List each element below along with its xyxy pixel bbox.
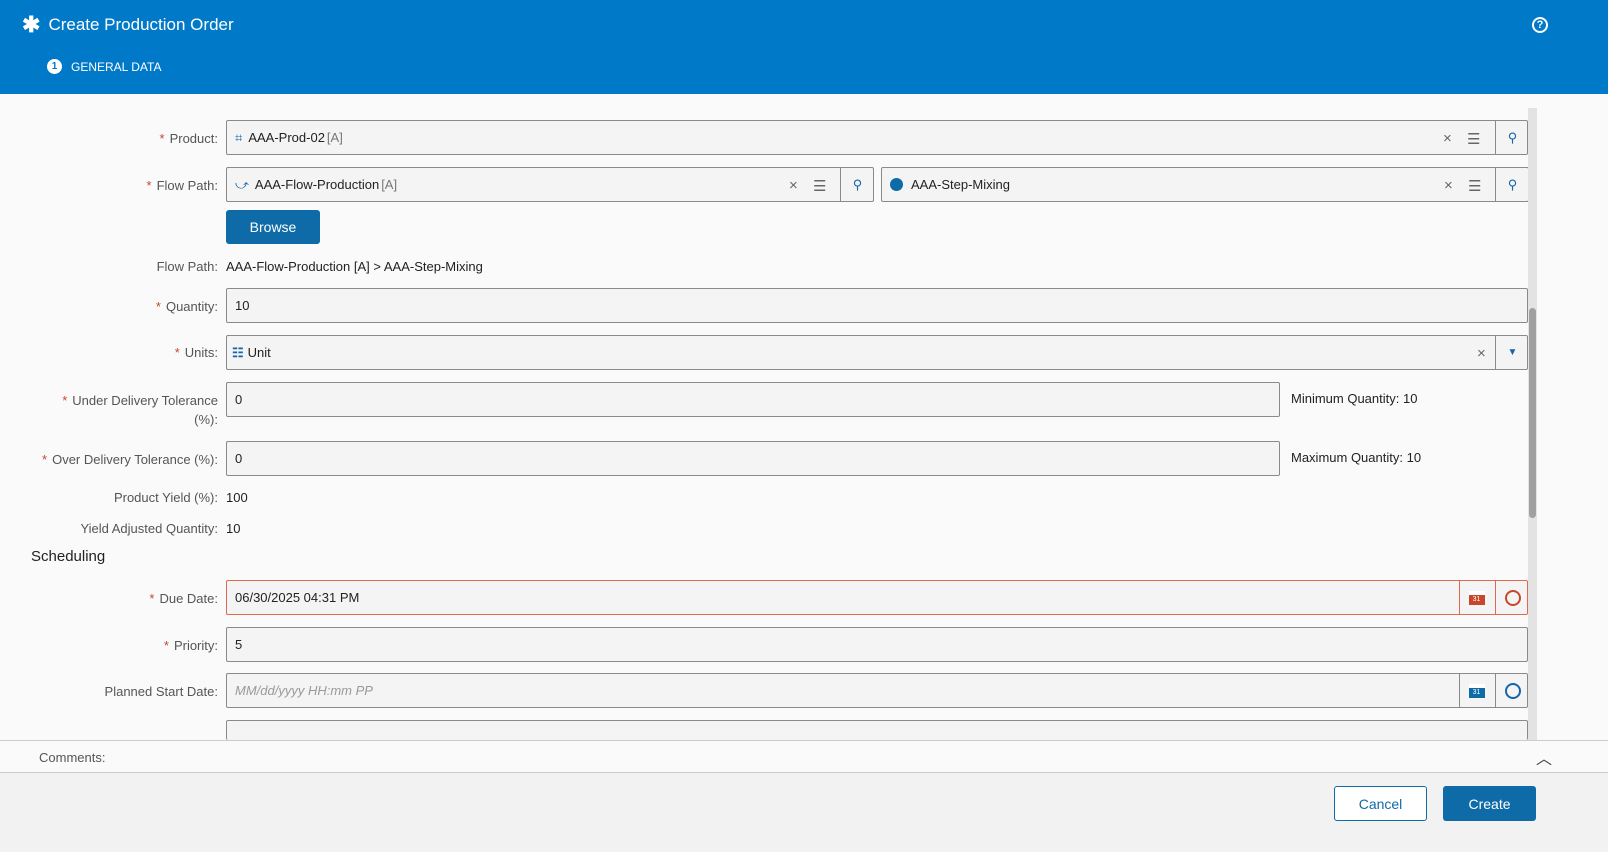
step-field[interactable]: AAA-Step-Mixing × ☰ ⚲ [881,167,1529,202]
footer: Cancel Create [0,773,1608,852]
flowpath-field[interactable]: ⤻ AAA-Flow-Production [A] × ☰ ⚲ [226,167,874,202]
clear-icon[interactable]: × [1443,130,1452,147]
step-value: AAA-Step-Mixing [911,177,1010,192]
step-number: 1 [47,59,62,74]
due-date-label: * Due Date: [149,591,218,606]
help-icon[interactable]: ? [1532,17,1548,33]
asterisk-icon: ✱ [22,12,41,37]
scheduling-heading: Scheduling [31,548,106,565]
chevron-up-icon[interactable]: ︿ [1536,745,1552,769]
clock-icon[interactable] [1495,673,1529,708]
planned-start-label: Planned Start Date: [104,684,218,699]
step-general-data[interactable]: 1 GENERAL DATA [47,59,161,74]
filter-icon[interactable]: ☰ [1467,130,1480,148]
clock-icon[interactable] [1495,580,1529,615]
clear-icon[interactable]: × [1477,345,1486,362]
create-button[interactable]: Create [1443,786,1536,821]
flowpath-revision: [A] [381,177,398,192]
adjusted-quantity-label: Yield Adjusted Quantity: [80,521,218,536]
dialog-title: ✱ Create Production Order [22,12,234,38]
filter-icon[interactable]: ☰ [813,177,826,195]
yield-value: 100 [226,490,248,505]
title-text: Create Production Order [48,15,234,34]
under-tolerance-label: * Under Delivery Tolerance (%): [62,393,218,427]
units-select[interactable]: ☷ Unit × ▼ [226,335,1528,370]
header: ✱ Create Production Order ? 1 GENERAL DATA [0,0,1608,94]
yield-label: Product Yield (%): [113,490,218,505]
product-icon: ⌗ [235,129,243,145]
clear-icon[interactable]: × [789,177,798,194]
calendar-icon[interactable]: 31 [1459,673,1493,708]
comments-label: Comments: [39,750,106,765]
under-tolerance-input[interactable]: 0 [226,382,1280,417]
flowpath-value: AAA-Flow-Production [254,177,380,192]
comments-bar[interactable]: Comments: ︿ [0,740,1608,773]
units-value: Unit [247,345,271,360]
flowpath-readonly-value: AAA-Flow-Production [A] > AAA-Step-Mixin… [226,259,483,274]
over-tolerance-label: * Over Delivery Tolerance (%): [42,452,218,467]
cancel-button[interactable]: Cancel [1334,786,1427,821]
priority-label: * Priority: [163,638,218,653]
step-label: GENERAL DATA [71,59,162,74]
product-revision: [A] [326,130,343,145]
clear-icon[interactable]: × [1444,177,1453,194]
flowpath-icon: ⤻ [235,176,249,192]
scrollbar-thumb[interactable] [1529,308,1536,518]
planned-start-input[interactable]: MM/dd/yyyy HH:mm PP 31 [226,673,1528,708]
product-field[interactable]: ⌗ AAA-Prod-02 [A] × ☰ ⚲ [226,120,1528,155]
due-date-input[interactable]: 06/30/2025 04:31 PM 31 [226,580,1528,615]
product-label: * Product: [159,131,218,146]
product-value: AAA-Prod-02 [248,130,325,145]
search-icon[interactable]: ⚲ [840,167,874,202]
search-icon[interactable]: ⚲ [1495,120,1529,155]
chevron-down-icon[interactable]: ▼ [1495,335,1529,370]
quantity-input[interactable]: 10 [226,288,1528,323]
quantity-label: * Quantity: [155,299,218,314]
adjusted-quantity-value: 10 [226,521,241,536]
search-icon[interactable]: ⚲ [1495,167,1529,202]
flowpath-label: * Flow Path: [146,178,218,193]
browse-button[interactable]: Browse [226,210,320,244]
maximum-quantity: Maximum Quantity: 10 [1291,450,1422,465]
filter-icon[interactable]: ☰ [1468,177,1481,195]
list-icon: ☷ [232,344,244,360]
over-tolerance-input[interactable]: 0 [226,441,1280,476]
next-field-partial[interactable] [226,720,1528,740]
flowpath-readonly-label: Flow Path: [156,259,218,274]
units-label: * Units: [174,345,218,360]
calendar-icon[interactable]: 31 [1459,580,1493,615]
minimum-quantity: Minimum Quantity: 10 [1291,391,1418,406]
step-icon [890,178,903,191]
priority-input[interactable]: 5 [226,627,1528,662]
